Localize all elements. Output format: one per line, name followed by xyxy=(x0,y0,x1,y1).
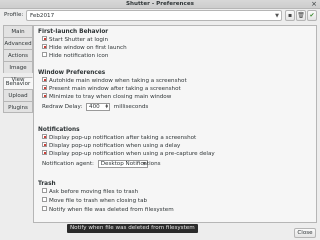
window-close-button[interactable]: × xyxy=(310,0,318,8)
redraw-delay-value: 400 xyxy=(89,103,100,110)
tab-behavior[interactable]: Behavior xyxy=(3,77,33,89)
notification-agent-row: Notification agent: Desktop Notification… xyxy=(42,159,161,169)
tooltip: Notify when file was deleted from filesy… xyxy=(67,224,198,233)
chevron-down-icon: ▼ xyxy=(142,161,146,167)
checkbox-label: Autohide main window when taking a scree… xyxy=(49,78,187,84)
notification-agent-select[interactable]: Desktop Notifications ▼ xyxy=(97,159,161,168)
redraw-delay-row: Redraw Delay: 400 ▲ ▼ milliseconds xyxy=(42,102,148,112)
checkbox-notify-file-deleted[interactable]: Notify when file was deleted from filesy… xyxy=(42,206,174,214)
checkbox-label: Hide window on first launch xyxy=(49,45,127,51)
checkmark-icon: ✔ xyxy=(309,12,315,19)
delete-profile-button[interactable]: 🗑 xyxy=(296,10,306,21)
checkbox-label: Ask before moving files to trash xyxy=(49,189,139,195)
trash-icon: 🗑 xyxy=(297,12,305,19)
save-icon: ▪ xyxy=(287,12,293,19)
behavior-panel: First-launch Behavior Start Shutter at l… xyxy=(33,25,317,223)
checkbox-present-main-window[interactable]: Present main window after taking a scree… xyxy=(42,85,181,93)
checkbox-icon xyxy=(42,142,47,147)
tab-advanced[interactable]: Advanced xyxy=(3,37,33,49)
checkbox-icon xyxy=(42,52,47,57)
redraw-delay-spinner[interactable]: 400 ▲ ▼ xyxy=(86,102,111,111)
checkbox-icon xyxy=(42,93,47,98)
apply-profile-button[interactable]: ✔ xyxy=(307,10,317,21)
checkbox-icon xyxy=(42,44,47,49)
checkbox-icon xyxy=(42,36,47,41)
checkbox-label: Display pop-up notification after taking… xyxy=(49,135,197,141)
close-button[interactable]: Close xyxy=(294,228,316,238)
profile-combo[interactable]: Feb2017 ▼ xyxy=(26,10,282,21)
profile-value: Feb2017 xyxy=(30,13,55,19)
chevron-down-icon: ▼ xyxy=(275,13,279,19)
checkbox-notify-using-delay[interactable]: Display pop-up notification when using a… xyxy=(42,142,181,150)
checkbox-hide-window-first-launch[interactable]: Hide window on first launch xyxy=(42,44,127,52)
checkbox-icon xyxy=(42,206,47,211)
checkbox-icon xyxy=(42,197,47,202)
checkbox-label: Notify when file was deleted from filesy… xyxy=(49,207,174,213)
checkbox-label: Display pop-up notification when using a… xyxy=(49,143,181,149)
section-heading-trash: Trash xyxy=(38,181,56,187)
checkbox-ask-before-trash[interactable]: Ask before moving files to trash xyxy=(42,188,139,196)
notification-agent-value: Desktop Notifications xyxy=(100,160,161,167)
section-heading-window-preferences: Window Preferences xyxy=(38,70,106,76)
checkbox-notify-pre-capture-delay[interactable]: Display pop-up notification when using a… xyxy=(42,150,215,158)
tab-plugins[interactable]: Plugins xyxy=(3,101,33,113)
checkbox-move-to-trash-on-close[interactable]: Move file to trash when closing tab xyxy=(42,197,148,205)
checkbox-icon xyxy=(42,77,47,82)
preferences-tabs: Main Advanced Actions Image View Behavio… xyxy=(3,25,33,113)
checkbox-autohide-main-window[interactable]: Autohide main window when taking a scree… xyxy=(42,77,187,85)
checkbox-minimize-to-tray[interactable]: Minimize to tray when closing main windo… xyxy=(42,93,172,101)
checkbox-label: Hide notification icon xyxy=(49,53,109,59)
checkbox-icon xyxy=(42,85,47,90)
profile-label: Profile: xyxy=(4,12,24,18)
checkbox-label: Move file to trash when closing tab xyxy=(49,198,148,204)
checkbox-icon xyxy=(42,150,47,155)
tab-main[interactable]: Main xyxy=(3,25,33,37)
notification-agent-label: Notification agent: xyxy=(42,161,94,167)
section-heading-first-launch: First-launch Behavior xyxy=(38,29,109,35)
checkbox-icon xyxy=(42,188,47,193)
checkbox-hide-notification-icon[interactable]: Hide notification icon xyxy=(42,52,109,60)
redraw-delay-unit: milliseconds xyxy=(113,104,149,110)
checkbox-icon xyxy=(42,134,47,139)
save-profile-button[interactable]: ▪ xyxy=(285,10,295,21)
checkbox-notify-after-screenshot[interactable]: Display pop-up notification after taking… xyxy=(42,134,197,142)
tab-upload[interactable]: Upload xyxy=(3,89,33,101)
profile-toolbar: Profile: Feb2017 ▼ ▪ 🗑 ✔ xyxy=(0,8,320,23)
checkbox-label: Present main window after taking a scree… xyxy=(49,86,181,92)
redraw-delay-label: Redraw Delay: xyxy=(42,104,83,110)
checkbox-start-at-login[interactable]: Start Shutter at login xyxy=(42,36,109,44)
tab-actions[interactable]: Actions xyxy=(3,49,33,61)
checkbox-label: Display pop-up notification when using a… xyxy=(49,151,215,157)
tab-image-view[interactable]: Image View xyxy=(3,61,33,83)
checkbox-label: Minimize to tray when closing main windo… xyxy=(49,94,172,100)
section-heading-notifications: Notifications xyxy=(38,127,80,133)
spin-down-icon[interactable]: ▼ xyxy=(105,105,108,110)
checkbox-label: Start Shutter at login xyxy=(49,37,109,43)
window-title: Shutter - Preferences xyxy=(126,1,194,7)
